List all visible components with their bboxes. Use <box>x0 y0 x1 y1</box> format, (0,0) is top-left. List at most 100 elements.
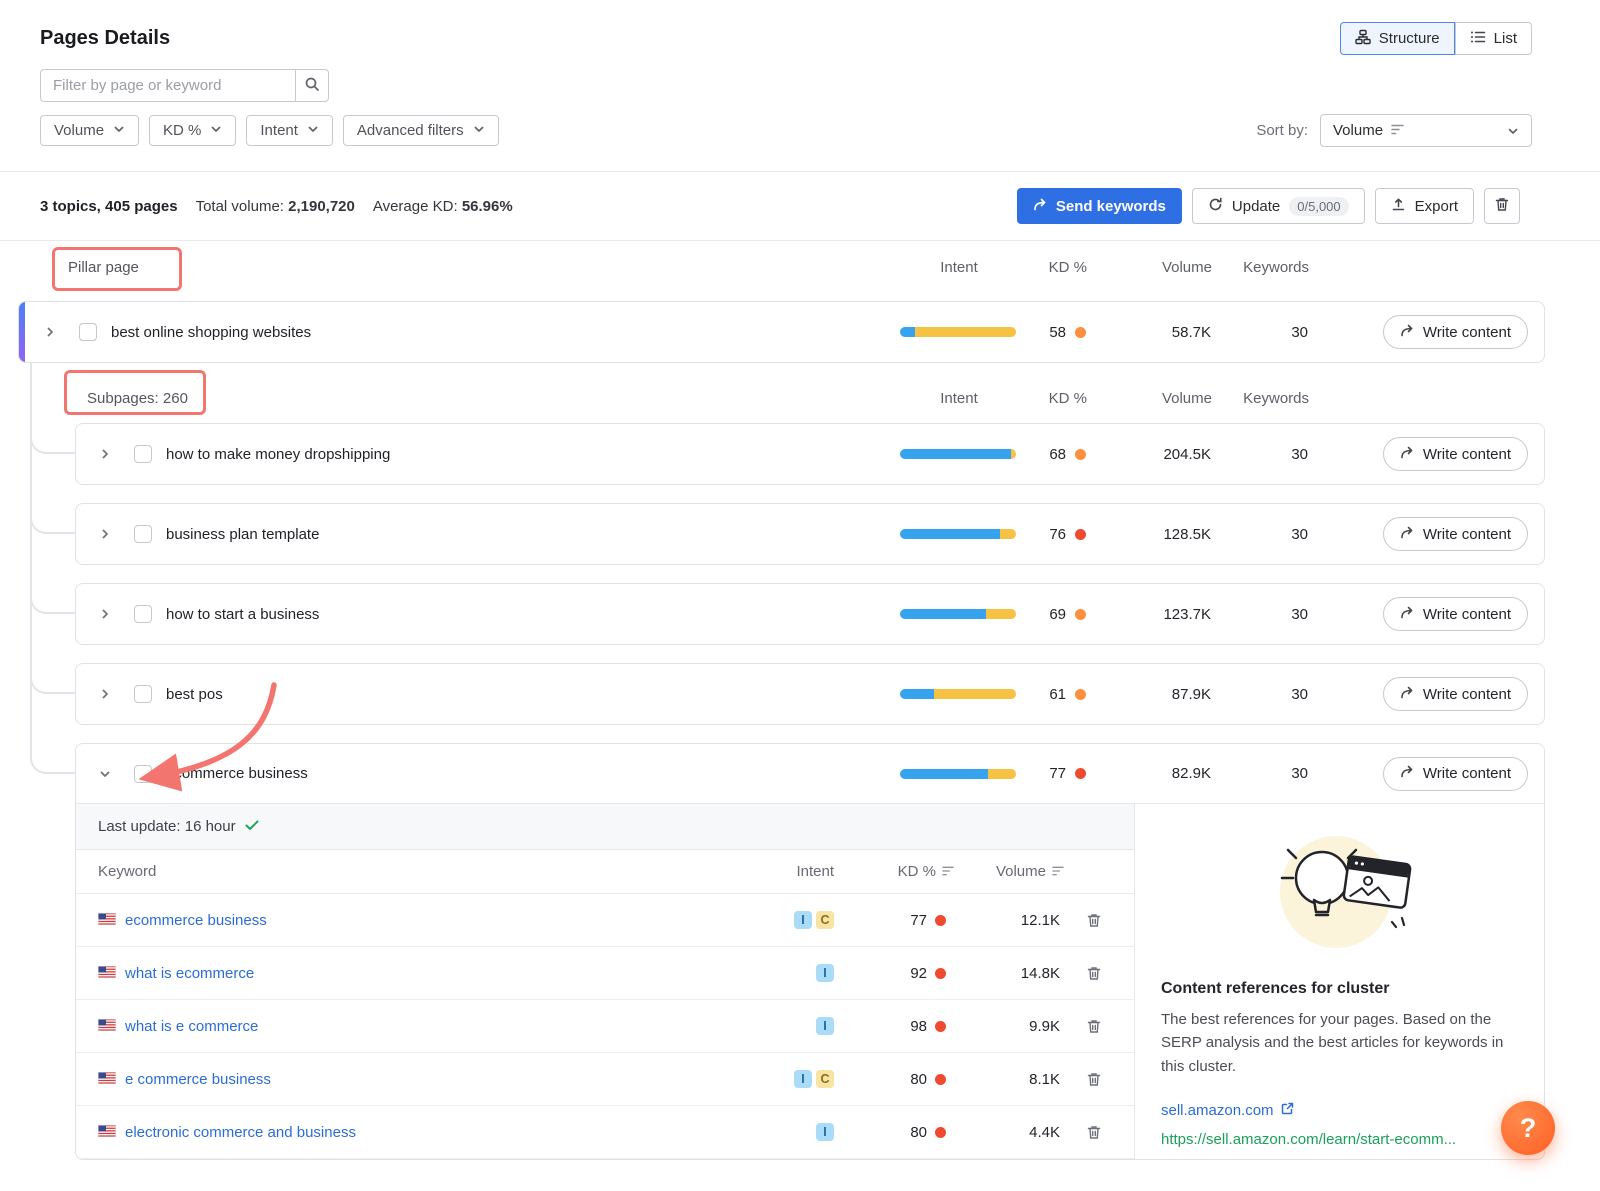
intent-bar <box>900 529 1016 539</box>
intent-column-header: Intent <box>899 259 1019 276</box>
write-content-button[interactable]: Write content <box>1383 315 1528 349</box>
structure-view-button[interactable]: Structure <box>1340 22 1455 55</box>
trash-icon[interactable] <box>1064 966 1124 981</box>
subpage-title: how to start a business <box>162 606 898 623</box>
view-toggle: Structure List <box>1340 22 1532 55</box>
keywords-count: 30 <box>1223 526 1323 543</box>
search-input[interactable] <box>40 69 295 102</box>
list-icon <box>1470 29 1486 49</box>
write-content-button[interactable]: Write content <box>1383 437 1528 471</box>
reference-link[interactable]: sell.amazon.com <box>1161 1102 1516 1119</box>
row-checkbox[interactable] <box>134 765 152 783</box>
subpage-row[interactable]: how to make money dropshipping 68 204.5K… <box>75 423 1545 485</box>
keyword-link[interactable]: e commerce business <box>98 1071 734 1088</box>
kd-value: 68 <box>1018 446 1098 463</box>
volume-column-header[interactable]: Volume <box>954 863 1064 880</box>
toolbar: Pages Details Structure List Volume KD % <box>0 0 1600 172</box>
trash-icon[interactable] <box>1064 913 1124 928</box>
kd-dot <box>1075 327 1086 338</box>
pillar-page-header: Pillar page <box>68 259 899 276</box>
intent-filter-dropdown[interactable]: Intent <box>246 115 333 146</box>
keyword-link[interactable]: what is ecommerce <box>98 965 734 982</box>
subpage-row[interactable]: how to start a business 69 123.7K 30 Wri… <box>75 583 1545 645</box>
subpages-count-header: Subpages: 260 <box>87 390 899 407</box>
export-icon <box>1391 197 1406 216</box>
chevron-right-icon[interactable] <box>88 688 122 700</box>
advanced-filters-dropdown[interactable]: Advanced filters <box>343 115 499 146</box>
list-view-button[interactable]: List <box>1455 22 1532 55</box>
subpage-row[interactable]: best pos 61 87.9K 30 Write content <box>75 663 1545 725</box>
summary-bar: 3 topics, 405 pages Total volume: 2,190,… <box>0 172 1600 241</box>
row-checkbox[interactable] <box>134 525 152 543</box>
references-panel: Content references for cluster The best … <box>1134 804 1544 1159</box>
export-button[interactable]: Export <box>1375 188 1474 224</box>
sort-by-value: Volume <box>1333 122 1383 139</box>
us-flag-icon <box>98 912 116 929</box>
chevron-right-icon[interactable] <box>88 528 122 540</box>
intent-badge-commercial: C <box>816 1070 834 1088</box>
keyword-link[interactable]: electronic commerce and business <box>98 1124 734 1141</box>
write-content-button[interactable]: Write content <box>1383 757 1528 791</box>
volume-value: 14.8K <box>954 965 1064 982</box>
keyword-link[interactable]: ecommerce business <box>98 912 734 929</box>
help-button[interactable]: ? <box>1501 1101 1555 1155</box>
kd-value: 61 <box>1018 686 1098 703</box>
kd-filter-dropdown[interactable]: KD % <box>149 115 236 146</box>
keywords-column-header: Keywords <box>1224 259 1324 276</box>
last-update-bar: Last update: 16 hour <box>76 804 1134 850</box>
trash-icon[interactable] <box>1064 1019 1124 1034</box>
references-description: The best references for your pages. Base… <box>1161 1008 1516 1078</box>
chevron-right-icon[interactable] <box>88 448 122 460</box>
kd-dot <box>935 915 946 926</box>
kd-dot <box>1075 609 1086 620</box>
write-content-button[interactable]: Write content <box>1383 677 1528 711</box>
pages-tree: Pillar page Intent KD % Volume Keywords … <box>18 241 1545 1160</box>
chevron-down-icon <box>1507 125 1519 137</box>
volume-value: 82.9K <box>1098 765 1223 782</box>
volume-filter-dropdown[interactable]: Volume <box>40 115 139 146</box>
chevron-right-icon[interactable] <box>33 326 67 338</box>
kd-column-header[interactable]: KD % <box>834 863 954 880</box>
row-checkbox[interactable] <box>134 685 152 703</box>
search-button[interactable] <box>295 69 329 102</box>
volume-value: 87.9K <box>1098 686 1223 703</box>
write-content-button[interactable]: Write content <box>1383 597 1528 631</box>
chevron-down-icon[interactable] <box>88 768 122 780</box>
sort-by-select[interactable]: Volume <box>1320 114 1532 147</box>
kd-dot <box>935 1074 946 1085</box>
keywords-count: 30 <box>1223 765 1323 782</box>
trash-icon[interactable] <box>1064 1125 1124 1140</box>
structure-label: Structure <box>1379 30 1440 47</box>
send-arrow-icon <box>1400 606 1414 623</box>
volume-value: 4.4K <box>954 1124 1064 1141</box>
check-icon <box>245 818 259 835</box>
row-checkbox[interactable] <box>134 605 152 623</box>
kd-value: 58 <box>1018 324 1098 341</box>
delete-button[interactable] <box>1484 188 1520 224</box>
kd-dot <box>935 1127 946 1138</box>
trash-icon[interactable] <box>1064 1072 1124 1087</box>
kd-value: 92 <box>834 965 954 982</box>
send-keywords-button[interactable]: Send keywords <box>1017 188 1182 224</box>
volume-value: 128.5K <box>1098 526 1223 543</box>
volume-value: 9.9K <box>954 1018 1064 1035</box>
send-arrow-icon <box>1400 526 1414 543</box>
row-checkbox[interactable] <box>79 323 97 341</box>
reference-url[interactable]: https://sell.amazon.com/learn/start-ecom… <box>1161 1131 1516 1148</box>
update-button[interactable]: Update 0/5,000 <box>1192 188 1365 224</box>
subpage-row[interactable]: business plan template 76 128.5K 30 Writ… <box>75 503 1545 565</box>
sort-by-label: Sort by: <box>1256 122 1308 139</box>
write-content-button[interactable]: Write content <box>1383 517 1528 551</box>
references-title: Content references for cluster <box>1161 980 1516 998</box>
keyword-link[interactable]: what is e commerce <box>98 1018 734 1035</box>
keyword-table: Last update: 16 hour Keyword Intent KD %… <box>76 804 1134 1159</box>
intent-badges: IC <box>734 911 834 929</box>
kd-value: 77 <box>1018 765 1098 782</box>
pillar-page-row[interactable]: best online shopping websites 58 58.7K 3… <box>18 301 1545 363</box>
subpage-row-expanded[interactable]: ecommerce business 77 82.9K 30 Write con… <box>75 743 1545 1160</box>
kd-value: 80 <box>834 1124 954 1141</box>
intent-badge-informational: I <box>816 964 834 982</box>
chevron-down-icon <box>473 122 485 139</box>
row-checkbox[interactable] <box>134 445 152 463</box>
chevron-right-icon[interactable] <box>88 608 122 620</box>
